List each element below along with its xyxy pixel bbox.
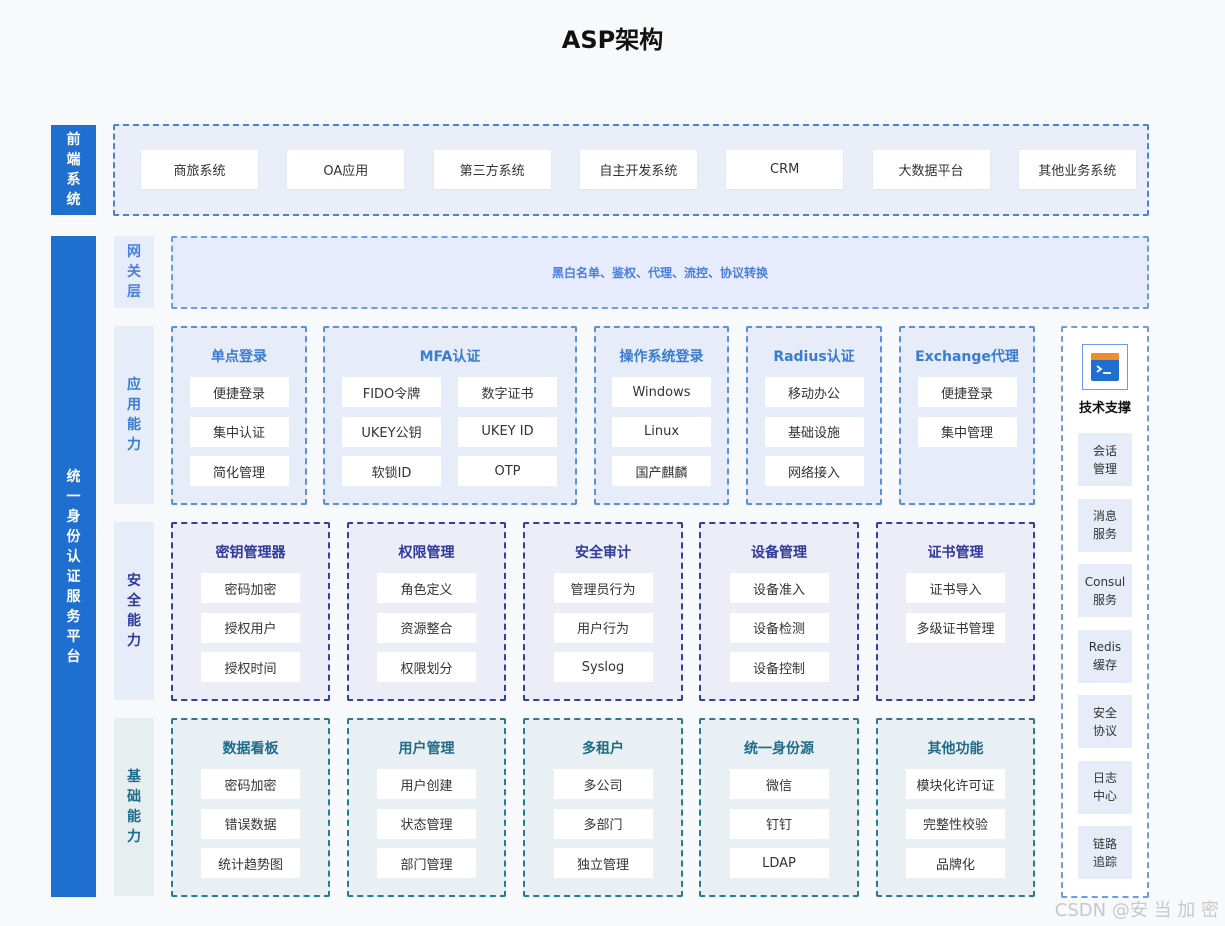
tech-support-title: 技术支撑 — [1078, 401, 1131, 416]
module-title: 单点登录 — [211, 349, 267, 365]
tech-support-item: 会话 管理 — [1078, 433, 1132, 486]
module-title: 操作系统登录 — [619, 349, 704, 365]
module-title: MFA认证 — [419, 349, 481, 365]
module-item[interactable]: 设备控制 — [729, 652, 829, 682]
frontend-item[interactable]: 其他业务系统 — [1018, 150, 1136, 189]
module-title: 其他功能 — [927, 741, 984, 757]
module-title: 密钥管理器 — [215, 545, 286, 561]
module-item[interactable]: 权限划分 — [377, 652, 476, 682]
module-item[interactable]: 用户创建 — [377, 769, 476, 799]
module-title: 数据看板 — [222, 741, 279, 757]
frontend-label: 前端系统 — [51, 125, 96, 215]
frontend-item[interactable]: 自主开发系统 — [579, 150, 697, 189]
module-item[interactable]: 完整性校验 — [906, 808, 1005, 839]
module-item[interactable]: 独立管理 — [553, 848, 653, 878]
tech-support-item: Consul 服务 — [1078, 564, 1132, 617]
tech-support-item: Redis 缓存 — [1078, 629, 1132, 683]
module-item[interactable]: LDAP — [729, 848, 829, 878]
module-item[interactable]: Syslog — [553, 652, 653, 682]
module-item[interactable]: 品牌化 — [906, 848, 1005, 878]
module-item[interactable]: 密码加密 — [201, 769, 300, 799]
module-title: Radius认证 — [773, 349, 855, 365]
module-item[interactable]: 统计趋势图 — [201, 848, 300, 878]
module-item[interactable]: 多公司 — [553, 769, 653, 799]
module-item[interactable]: 简化管理 — [189, 456, 289, 486]
page-title: ASP架构 — [561, 26, 664, 54]
module-title: 设备管理 — [751, 545, 807, 561]
module-item[interactable]: 状态管理 — [377, 808, 476, 839]
module-item[interactable]: 网络接入 — [764, 456, 864, 486]
module-title: 统一身份源 — [744, 741, 814, 757]
module-item[interactable]: 软锁ID — [342, 456, 441, 486]
module-item[interactable]: 用户行为 — [553, 612, 653, 643]
tech-support-item: 日志 中心 — [1078, 760, 1132, 814]
gateway-bar: 黑白名单、鉴权、代理、流控、协议转换 — [171, 236, 1149, 309]
frontend-item[interactable]: CRM — [726, 150, 844, 189]
module-item[interactable]: 数字证书 — [458, 377, 557, 407]
frontend-item[interactable]: OA应用 — [287, 150, 405, 189]
security-layer-label: 安全能力 — [114, 522, 154, 700]
terminal-icon — [1082, 344, 1128, 390]
module-item[interactable]: 错误数据 — [201, 808, 300, 839]
module-item[interactable]: 集中认证 — [189, 416, 289, 447]
module-item[interactable]: OTP — [458, 456, 557, 486]
module-item[interactable]: 移动办公 — [764, 377, 864, 407]
module-item[interactable]: 设备准入 — [729, 573, 829, 603]
module-item[interactable]: 管理员行为 — [553, 573, 653, 603]
module-item[interactable]: 角色定义 — [377, 573, 476, 603]
module-item[interactable]: 基础设施 — [764, 416, 864, 447]
module-title: 安全审计 — [575, 545, 631, 561]
frontend-item[interactable]: 第三方系统 — [433, 150, 551, 189]
module-item[interactable]: 部门管理 — [377, 848, 476, 878]
gateway-layer-label: 网关层 — [114, 236, 154, 308]
module-item[interactable]: 证书导入 — [906, 573, 1005, 603]
module-item[interactable]: 国产麒麟 — [612, 456, 711, 486]
module-item[interactable]: Linux — [612, 416, 711, 447]
gateway-text: 黑白名单、鉴权、代理、流控、协议转换 — [551, 266, 768, 280]
tech-support-item: 消息 服务 — [1078, 498, 1132, 552]
module-title: 用户管理 — [398, 741, 455, 757]
frontend-item[interactable]: 大数据平台 — [872, 150, 990, 189]
watermark: CSDN @安 当 加 密 — [1054, 900, 1219, 921]
module-title: 权限管理 — [398, 545, 455, 561]
module-item[interactable]: FIDO令牌 — [342, 377, 441, 407]
module-item[interactable]: 多部门 — [553, 808, 653, 839]
app-layer-label: 应用能力 — [114, 326, 154, 504]
module-item[interactable]: 密码加密 — [201, 573, 300, 603]
module-item[interactable]: 授权用户 — [201, 612, 300, 643]
module-item[interactable]: UKEY公钥 — [342, 416, 441, 447]
module-item[interactable]: 便捷登录 — [189, 377, 289, 407]
module-item[interactable]: 集中管理 — [917, 416, 1017, 447]
module-title: Exchange代理 — [915, 349, 1019, 365]
module-title: 证书管理 — [927, 545, 984, 561]
module-item[interactable]: 模块化许可证 — [906, 769, 1005, 799]
module-item[interactable]: 钉钉 — [729, 808, 829, 839]
module-item[interactable]: 资源整合 — [377, 612, 476, 643]
module-item[interactable]: 多级证书管理 — [906, 612, 1005, 643]
module-title: 多租户 — [582, 741, 624, 757]
module-item[interactable]: 设备检测 — [729, 612, 829, 643]
tech-support-item: 链路 追踪 — [1078, 826, 1132, 879]
frontend-item[interactable]: 商旅系统 — [141, 150, 258, 189]
module-item[interactable]: 授权时间 — [201, 652, 300, 682]
module-item[interactable]: 便捷登录 — [917, 377, 1017, 407]
module-item[interactable]: 微信 — [729, 769, 829, 799]
platform-label: 统一身份认证服务平台 — [51, 236, 96, 897]
base-layer-label: 基础能力 — [114, 718, 154, 896]
module-item[interactable]: UKEY ID — [458, 416, 557, 447]
tech-support-item: 安全 协议 — [1078, 695, 1132, 748]
module-item[interactable]: Windows — [612, 377, 711, 407]
